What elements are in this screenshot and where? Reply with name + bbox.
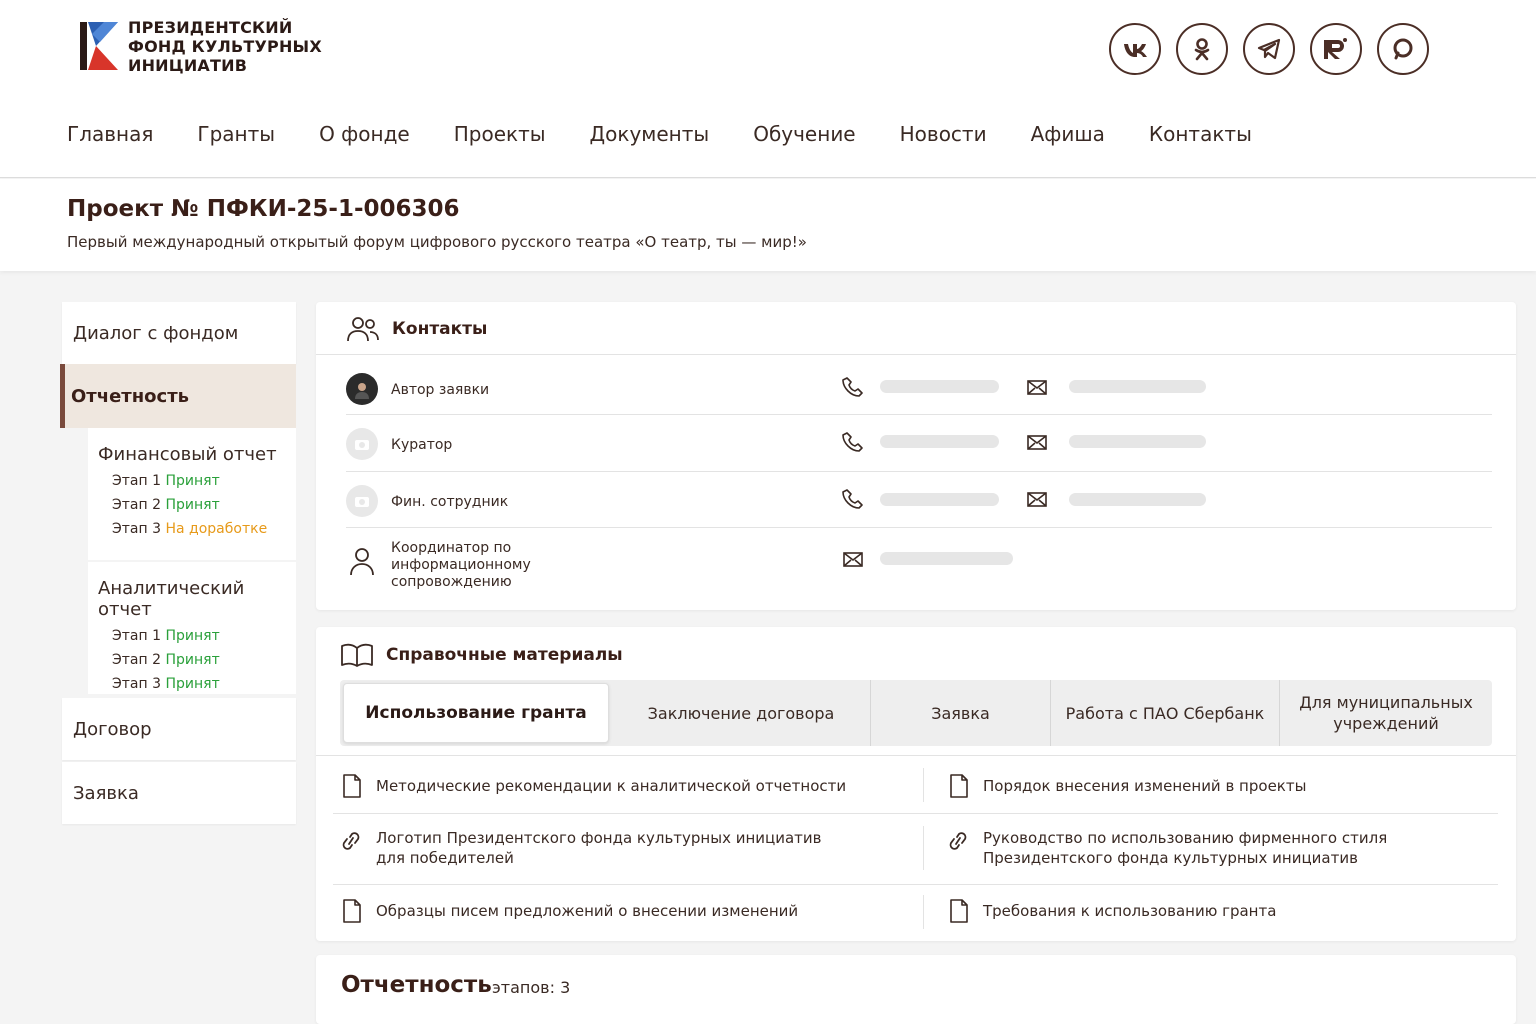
sidebar-item-contract[interactable]: Договор [62,698,296,760]
book-icon [341,643,373,667]
document-icon [950,774,968,798]
contacts-title: Контакты [392,319,488,339]
financial-report-link[interactable]: Финансовый отчет [98,444,296,465]
financial-stage-3[interactable]: Этап 3 На доработке [98,517,296,541]
rutube-icon[interactable] [1310,23,1362,75]
fund-logo-icon [80,22,118,70]
analytical-report-link[interactable]: Аналитический отчет [98,578,296,620]
contact-row-finance: Фин. сотрудник [346,472,1492,528]
mail-icon[interactable] [1026,376,1048,398]
divider [923,826,924,870]
sidebar-item-application[interactable]: Заявка [62,762,296,824]
telegram-icon[interactable] [1243,23,1295,75]
phone-placeholder [880,493,999,506]
analytical-stage-2[interactable]: Этап 2 Принят [98,648,296,672]
email-placeholder [880,552,1013,565]
contact-role: Куратор [391,437,453,453]
email-placeholder [1069,380,1206,393]
divider [333,884,1498,885]
tab-application[interactable]: Заявка [871,680,1051,746]
phone-icon[interactable] [842,488,864,510]
nav-item-about[interactable]: О фонде [319,122,410,146]
doc-logo-link[interactable]: Логотип Президентского фонда культурных … [340,828,822,868]
max-messenger-icon[interactable] [1377,23,1429,75]
analytical-stage-1[interactable]: Этап 1 Принят [98,624,296,648]
mail-icon[interactable] [1026,431,1048,453]
phone-placeholder [880,380,999,393]
nav-item-projects[interactable]: Проекты [454,122,546,146]
sidebar-item-dialog[interactable]: Диалог с фондом [62,302,296,364]
divider [316,755,1516,756]
link-icon [949,832,967,850]
contact-role: Фин. сотрудник [391,494,509,510]
nav-item-grants[interactable]: Гранты [197,122,275,146]
analytical-report-block: Аналитический отчет Этап 1 Принят Этап 2… [88,562,296,694]
contacts-header: Контакты [346,314,487,344]
tab-grant-usage[interactable]: Использование гранта [343,683,609,743]
divider [923,768,924,802]
document-icon [343,774,361,798]
sidebar-item-reporting[interactable]: Отчетность [60,364,296,428]
person-icon [350,548,374,576]
document-icon [950,899,968,923]
mail-icon[interactable] [1026,488,1048,510]
fund-logo[interactable]: ПРЕЗИДЕНТСКИЙ ФОНД КУЛЬТУРНЫХ ИНИЦИАТИВ [78,17,322,75]
contact-row-curator: Куратор [346,415,1492,472]
doc-grant-requirements[interactable]: Требования к использованию гранта [949,899,1276,923]
financial-stage-1[interactable]: Этап 1 Принят [98,469,296,493]
project-header: Проект № ПФКИ-25-1-006306 Первый междуна… [0,179,1536,271]
financial-stage-2[interactable]: Этап 2 Принят [98,493,296,517]
page-title: Проект № ПФКИ-25-1-006306 [67,196,460,222]
camera-avatar-icon [346,428,378,460]
project-subtitle: Первый международный открытый форум цифр… [67,233,807,251]
social-links [1109,23,1429,75]
divider [316,354,1516,355]
doc-brand-guide-link[interactable]: Руководство по использованию фирменного … [947,828,1387,868]
nav-item-news[interactable]: Новости [900,122,987,146]
tab-municipal[interactable]: Для муниципальных учреждений [1280,680,1492,746]
phone-icon[interactable] [842,376,864,398]
analytical-stage-3[interactable]: Этап 3 Принят [98,672,296,696]
nav-item-documents[interactable]: Документы [590,122,710,146]
vk-icon[interactable] [1109,23,1161,75]
reporting-title: Отчетность [341,972,492,998]
main-nav: Главная Гранты О фонде Проекты Документы… [67,122,1296,146]
camera-avatar-icon [346,485,378,517]
fund-logo-text: ПРЕЗИДЕНТСКИЙ ФОНД КУЛЬТУРНЫХ ИНИЦИАТИВ [128,17,322,75]
site-header: ПРЕЗИДЕНТСКИЙ ФОНД КУЛЬТУРНЫХ ИНИЦИАТИВ … [0,0,1536,178]
contact-role: Координатор по информационному сопровожд… [391,540,531,590]
link-icon [342,832,360,850]
financial-report-block: Финансовый отчет Этап 1 Принят Этап 2 Пр… [88,428,296,560]
nav-item-events[interactable]: Афиша [1031,122,1105,146]
contact-row-author: Автор заявки [346,358,1492,415]
people-icon [347,317,379,342]
email-placeholder [1069,435,1206,448]
materials-tabs: Использование гранта Заключение договора… [340,680,1492,746]
contact-row-coordinator: Координатор по информационному сопровожд… [346,528,1492,602]
materials-title: Справочные материалы [386,645,623,665]
tab-sberbank[interactable]: Работа с ПАО Сбербанк [1051,680,1280,746]
divider [333,813,1498,814]
document-icon [343,899,361,923]
contact-role: Автор заявки [391,382,490,398]
odnoklassniki-icon[interactable] [1176,23,1228,75]
project-sidebar: Диалог с фондом Отчетность Финансовый от… [60,302,296,824]
nav-item-contacts[interactable]: Контакты [1149,122,1252,146]
materials-header: Справочные материалы [340,641,623,669]
nav-item-home[interactable]: Главная [67,122,153,146]
doc-letter-samples[interactable]: Образцы писем предложений о внесении изм… [342,899,798,923]
avatar [346,373,378,405]
contacts-card: Контакты Автор заявки Куратор Фин. сотру… [316,302,1516,610]
mail-icon[interactable] [842,548,864,570]
doc-change-procedure[interactable]: Порядок внесения изменений в проекты [949,774,1306,798]
tab-contract[interactable]: Заключение договора [612,680,871,746]
phone-icon[interactable] [842,431,864,453]
nav-item-learning[interactable]: Обучение [753,122,855,146]
doc-analytical-guidelines[interactable]: Методические рекомендации к аналитическо… [342,774,846,798]
reporting-stage-count: этапов: 3 [492,978,571,997]
divider [923,895,924,929]
email-placeholder [1069,493,1206,506]
phone-placeholder [880,435,999,448]
